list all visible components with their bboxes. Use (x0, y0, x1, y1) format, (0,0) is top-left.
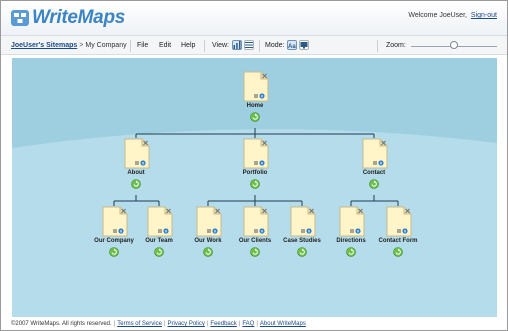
page-label: Portfolio (242, 170, 268, 176)
menu-file[interactable]: File (137, 42, 148, 49)
terms-link[interactable]: Terms of Service (117, 321, 162, 327)
page-icon[interactable] (146, 206, 173, 237)
breadcrumb-current: My Company (85, 42, 127, 49)
writemaps-logo-icon (11, 10, 29, 26)
page-icon[interactable] (242, 138, 269, 169)
page-icon[interactable] (242, 206, 269, 237)
menu-help[interactable]: Help (181, 42, 195, 49)
info-icon[interactable] (259, 160, 265, 166)
add-child-icon[interactable] (203, 247, 213, 257)
text-mode-button[interactable]: Aa (287, 40, 297, 50)
sitemap-page-node[interactable]: Home (233, 71, 277, 131)
page-icon[interactable] (242, 71, 269, 102)
info-icon[interactable] (212, 228, 218, 234)
text-mode-icon: Aa (288, 44, 296, 49)
footer-separator: | (206, 321, 209, 327)
sitemap-canvas: Home About Portfolio Contact Our Company Our … (12, 58, 497, 317)
welcome-area: Welcome JoeUser, Sign-out (408, 12, 497, 19)
zoom-slider-handle[interactable] (450, 41, 458, 49)
welcome-text: Welcome JoeUser, (408, 12, 467, 19)
add-child-icon[interactable] (250, 179, 260, 189)
tree-view-icon (233, 41, 241, 49)
screen-mode-icon (300, 42, 308, 49)
sitemap-page-node[interactable]: Directions (329, 206, 373, 266)
divider (130, 40, 131, 52)
sitemap-page-node[interactable]: Portfolio (233, 138, 277, 198)
info-icon[interactable] (163, 228, 169, 234)
view-label: View: (212, 42, 229, 49)
info-icon[interactable] (140, 160, 146, 166)
sitemap-page-node[interactable]: Case Studies (280, 206, 324, 266)
zoom-label: Zoom: (386, 42, 406, 49)
tree-view-button[interactable] (232, 40, 242, 50)
breadcrumb: JoeUser's Sitemaps > My Company (11, 42, 127, 49)
sitemap-page-node[interactable]: Contact (352, 138, 396, 198)
info-icon[interactable] (378, 160, 384, 166)
toolbar: JoeUser's Sitemaps > My Company File Edit … (1, 35, 507, 55)
sitemap-page-node[interactable]: Contact Form (376, 206, 420, 266)
info-icon[interactable] (259, 93, 265, 99)
info-icon[interactable] (118, 228, 124, 234)
logo-text: WriteMaps (32, 7, 126, 28)
info-icon[interactable] (306, 228, 312, 234)
page-label: Home (246, 103, 264, 109)
header: WriteMaps Welcome JoeUser, Sign-out (1, 1, 507, 35)
add-child-icon[interactable] (393, 247, 403, 257)
signout-link[interactable]: Sign-out (471, 12, 497, 19)
breadcrumb-separator: > (79, 42, 84, 49)
page-icon[interactable] (195, 206, 222, 237)
sitemap-page-node[interactable]: Our Work (186, 206, 230, 266)
page-icon[interactable] (289, 206, 316, 237)
page-icon[interactable] (101, 206, 128, 237)
sitemap-page-node[interactable]: Our Company (92, 206, 136, 266)
sitemap-page-node[interactable]: About (114, 138, 158, 198)
divider (259, 40, 260, 52)
page-icon[interactable] (338, 206, 365, 237)
add-child-icon[interactable] (250, 247, 260, 257)
sitemap-page-node[interactable]: Our Team (137, 206, 181, 266)
privacy-link[interactable]: Privacy Policy (168, 321, 205, 327)
add-child-icon[interactable] (109, 247, 119, 257)
divider (377, 40, 378, 52)
add-child-icon[interactable] (250, 112, 260, 122)
add-child-icon[interactable] (131, 179, 141, 189)
info-icon[interactable] (402, 228, 408, 234)
list-view-button[interactable] (244, 40, 254, 50)
faq-link[interactable]: FAQ (242, 321, 254, 327)
footer-separator: | (163, 321, 166, 327)
page-label: About (127, 170, 145, 176)
footer-separator: | (113, 321, 116, 327)
divider (204, 40, 205, 52)
add-child-icon[interactable] (346, 247, 356, 257)
add-child-icon[interactable] (297, 247, 307, 257)
info-icon[interactable] (259, 228, 265, 234)
page-label: Contact Form (378, 238, 418, 244)
app-window: WriteMaps Welcome JoeUser, Sign-out JoeU… (1, 1, 507, 330)
page-icon[interactable] (361, 138, 388, 169)
menu-edit[interactable]: Edit (159, 42, 171, 49)
add-child-icon[interactable] (154, 247, 164, 257)
page-icon[interactable] (385, 206, 412, 237)
logo[interactable]: WriteMaps (10, 7, 125, 29)
about-link[interactable]: About WriteMaps (260, 321, 306, 327)
info-icon[interactable] (355, 228, 361, 234)
copyright-text: ©2007 WriteMaps. All rights reserved. (11, 321, 112, 327)
page-icon[interactable] (123, 138, 150, 169)
screen-mode-button[interactable] (299, 40, 309, 50)
sitemap-page-node[interactable]: Our Clients (233, 206, 277, 266)
list-view-icon (245, 42, 253, 48)
add-child-icon[interactable] (369, 179, 379, 189)
mode-label: Mode: (265, 42, 285, 49)
page-label: Contact (362, 170, 386, 176)
footer-separator: | (256, 321, 258, 327)
svg-text:Aa: Aa (288, 44, 296, 49)
breadcrumb-sitemaps-link[interactable]: JoeUser's Sitemaps (11, 42, 77, 49)
feedback-link[interactable]: Feedback (210, 321, 236, 327)
footer: ©2007 WriteMaps. All rights reserved. | Te… (11, 321, 306, 327)
footer-separator: | (238, 321, 241, 327)
